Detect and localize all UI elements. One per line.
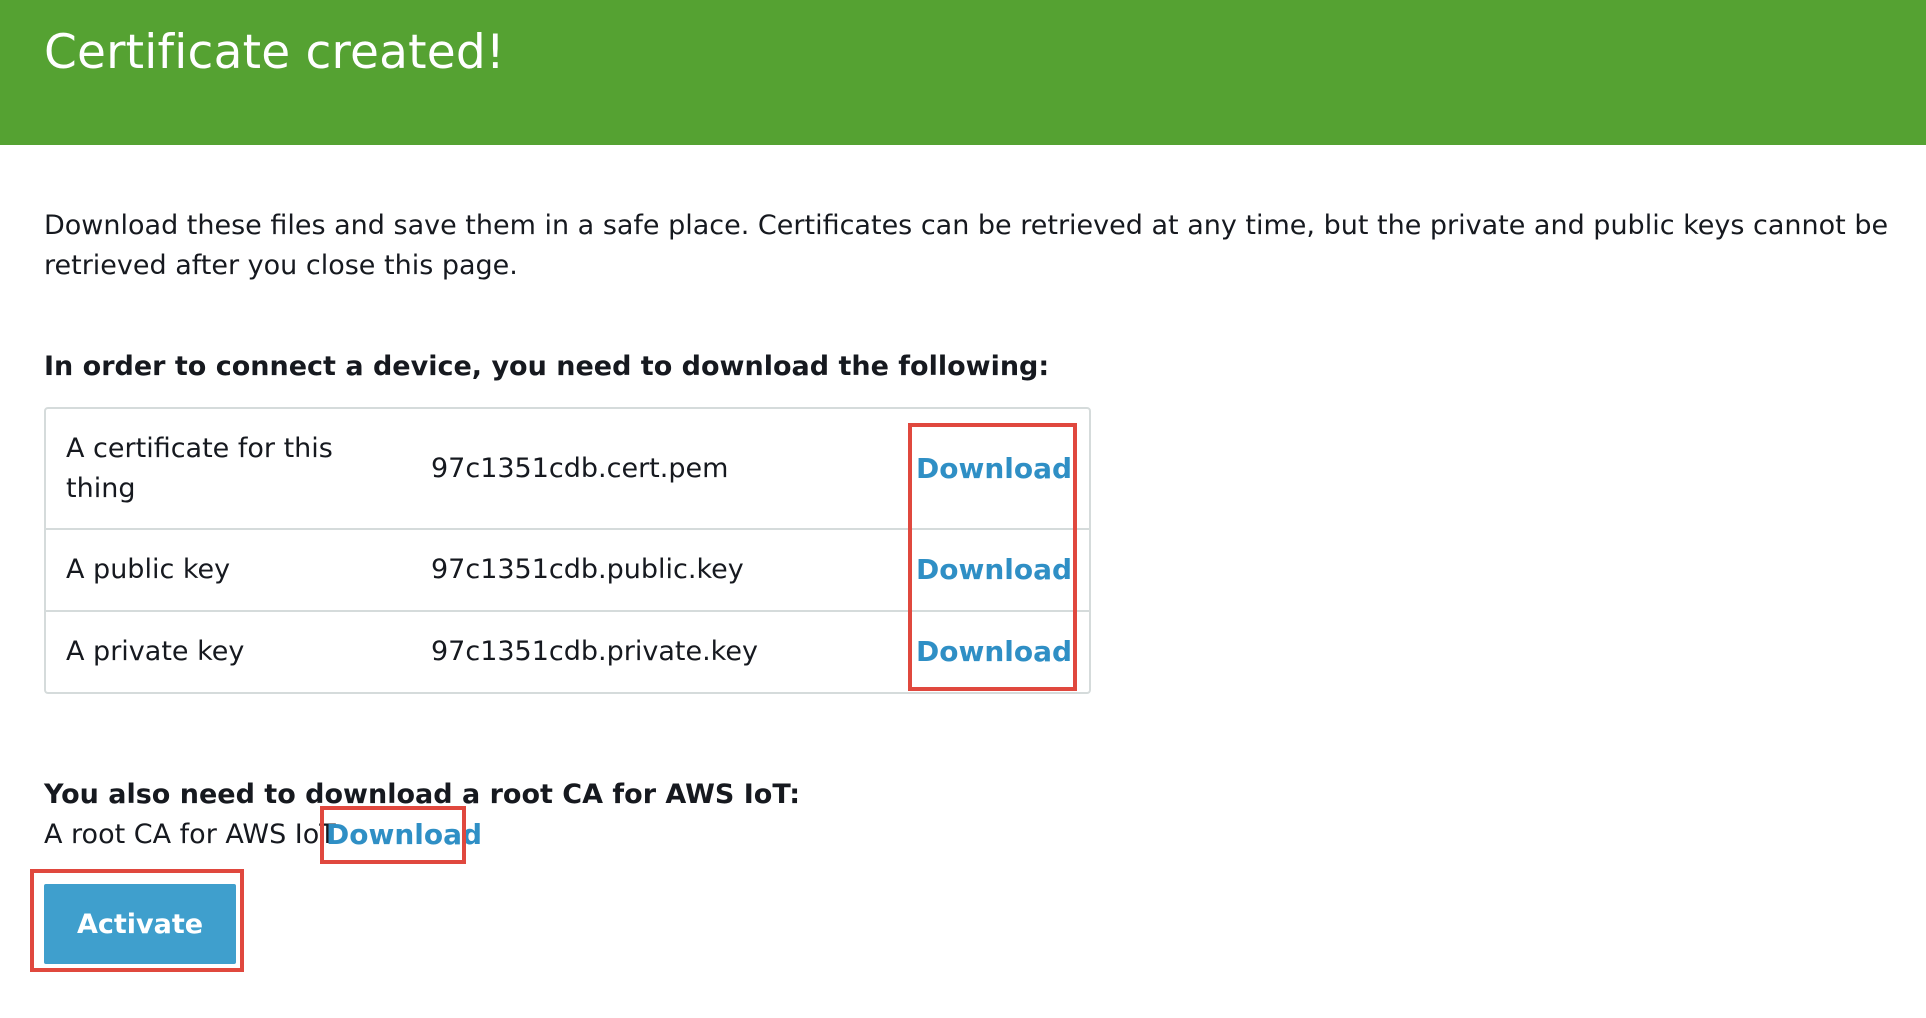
- intro-text: Download these files and save them in a …: [44, 210, 1889, 281]
- download-private-key-link[interactable]: Download: [916, 632, 1072, 672]
- root-ca-label: A root CA for AWS IoT: [44, 819, 336, 850]
- file-description: A private key: [66, 636, 245, 667]
- device-files-heading: In order to connect a device, you need t…: [44, 351, 1050, 382]
- table-row: A certificate for this thing 97c1351cdb.…: [46, 409, 1089, 530]
- table-row: A public key 97c1351cdb.public.key Downl…: [46, 530, 1089, 612]
- activate-button[interactable]: Activate: [44, 884, 236, 964]
- file-description: A certificate for this thing: [66, 433, 333, 504]
- root-ca-heading: You also need to download a root CA for …: [44, 779, 801, 810]
- files-table: A certificate for this thing 97c1351cdb.…: [44, 407, 1091, 694]
- page-title: Certificate created!: [44, 25, 505, 80]
- download-root-ca-link[interactable]: Download: [326, 815, 482, 855]
- file-description: A public key: [66, 554, 231, 585]
- file-name: 97c1351cdb.public.key: [431, 554, 744, 585]
- download-cert-link[interactable]: Download: [916, 449, 1072, 489]
- file-name: 97c1351cdb.private.key: [431, 636, 758, 667]
- success-banner: Certificate created!: [0, 0, 1926, 145]
- download-public-key-link[interactable]: Download: [916, 550, 1072, 590]
- file-name: 97c1351cdb.cert.pem: [431, 453, 729, 484]
- table-row: A private key 97c1351cdb.private.key Dow…: [46, 612, 1089, 694]
